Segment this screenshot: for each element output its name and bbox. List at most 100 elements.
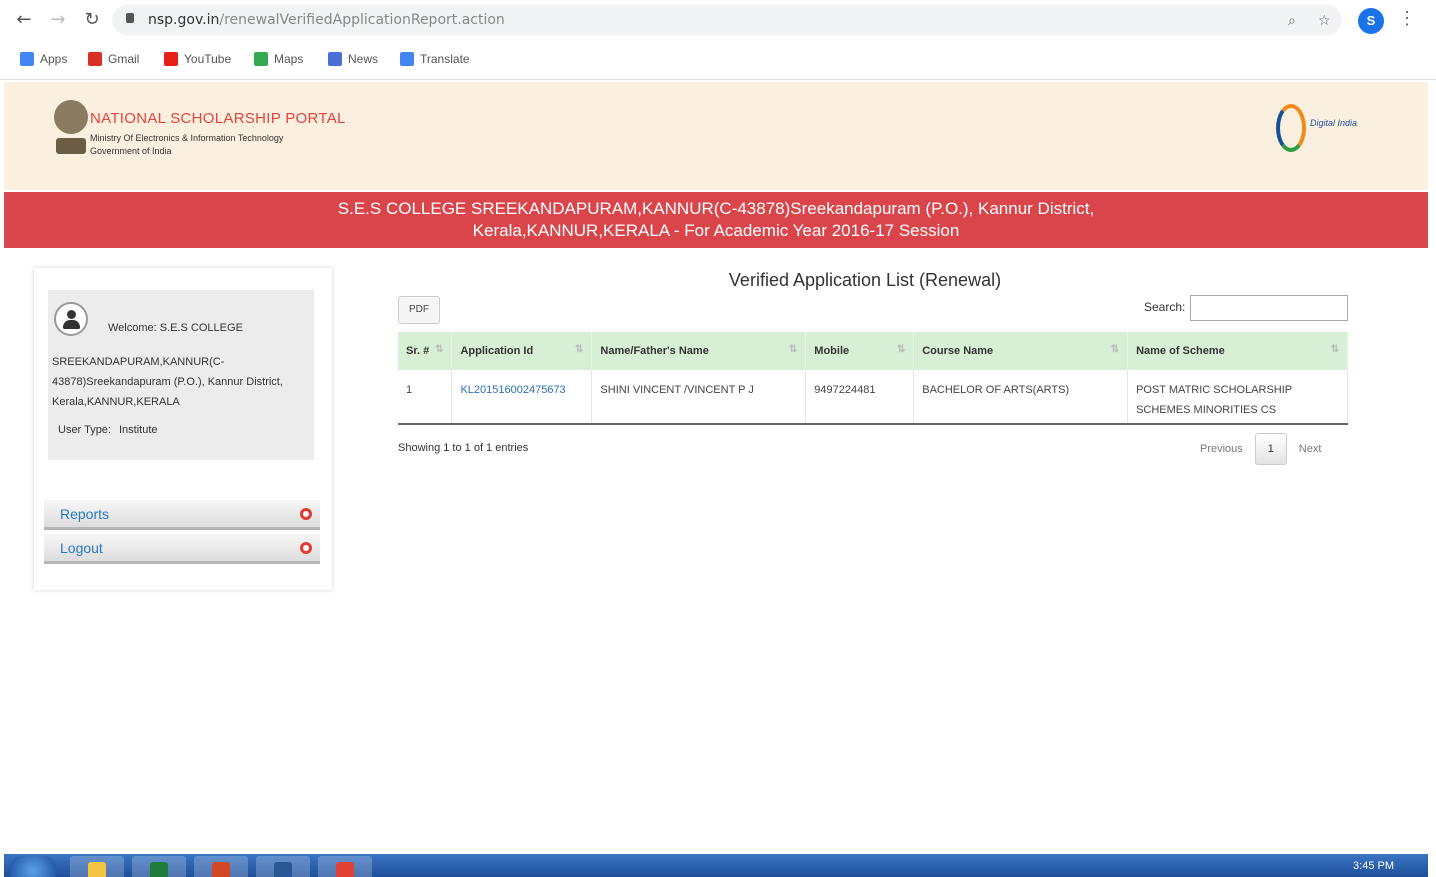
excel-taskbar-icon[interactable] xyxy=(132,856,186,877)
portal-header: NATIONAL SCHOLARSHIP PORTAL Ministry Of … xyxy=(4,82,1428,190)
bookmark-label: YouTube xyxy=(184,52,232,66)
address-bar[interactable]: nsp.gov.in/renewalVerifiedApplicationRep… xyxy=(112,5,1342,35)
national-emblem-icon xyxy=(54,100,88,156)
column-header-course[interactable]: Course Name ⇅ xyxy=(913,332,1129,370)
applications-table: Sr. # ⇅ Application Id ⇅ Name/Father's Nam… xyxy=(398,332,1348,425)
url-path: /renewalVerifiedApplicationReport.action xyxy=(219,12,505,28)
maps-icon xyxy=(254,52,268,66)
column-label: Application Id xyxy=(460,345,534,357)
bookmark-label: Translate xyxy=(420,52,470,66)
menu-label: Logout xyxy=(60,540,103,556)
browser-toolbar: ← → ↻ nsp.gov.in/renewalVerifiedApplicat… xyxy=(0,0,1436,42)
expand-circle-icon xyxy=(300,542,312,554)
bookmark-news[interactable]: News xyxy=(328,52,378,66)
pagination: Previous 1 Next xyxy=(1200,432,1321,466)
url-host: nsp.gov.in xyxy=(148,12,220,28)
explorer-taskbar-icon[interactable] xyxy=(70,856,124,877)
news-icon xyxy=(328,52,342,66)
back-arrow-icon[interactable]: ← xyxy=(12,8,36,32)
bookmark-maps[interactable]: Maps xyxy=(254,52,303,66)
bookmark-youtube[interactable]: YouTube xyxy=(164,52,231,66)
digital-india-text: Digital India xyxy=(1310,118,1358,128)
pagination-next[interactable]: Next xyxy=(1299,443,1322,455)
cell-application-id[interactable]: KL201516002475673 xyxy=(451,370,593,425)
user-type-label: User Type: xyxy=(58,424,111,436)
portal-title: NATIONAL SCHOLARSHIP PORTAL xyxy=(90,110,346,127)
sort-icon: ⇅ xyxy=(575,344,584,355)
institute-name: SREEKANDAPURAM,KANNUR(C-43878)Sreekandap… xyxy=(52,356,283,408)
menu-logout[interactable]: Logout xyxy=(44,534,320,564)
column-header-application-id[interactable]: Application Id ⇅ xyxy=(451,332,593,370)
banner-line-1: S.E.S COLLEGE SREEKANDAPURAM,KANNUR(C-43… xyxy=(337,199,1095,218)
pagination-page-1[interactable]: 1 xyxy=(1254,433,1287,465)
column-label: Mobile xyxy=(814,345,850,357)
sort-icon: ⇅ xyxy=(1330,344,1339,355)
bookmark-label: Apps xyxy=(40,52,68,66)
table-row: 1 KL201516002475673 SHINI VINCENT /VINCE… xyxy=(398,370,1348,425)
taskbar-clock[interactable]: 3:45 PM xyxy=(1353,860,1394,872)
entries-info: Showing 1 to 1 of 1 entries xyxy=(398,442,529,454)
pdf-export-button[interactable]: PDF xyxy=(398,296,440,324)
profile-avatar[interactable]: S xyxy=(1358,8,1384,34)
column-header-sr[interactable]: Sr. # ⇅ xyxy=(398,332,453,370)
start-button-icon[interactable] xyxy=(10,856,56,877)
column-header-name[interactable]: Name/Father's Name ⇅ xyxy=(591,332,807,370)
search-label: Search: xyxy=(1144,300,1186,314)
translate-icon xyxy=(400,52,414,66)
search-input[interactable] xyxy=(1190,295,1348,321)
sort-icon: ⇅ xyxy=(1110,344,1120,355)
column-header-mobile[interactable]: Mobile ⇅ xyxy=(805,332,915,370)
zoom-icon[interactable]: ⌕ xyxy=(1288,13,1296,29)
welcome-text: Welcome: S.E.S COLLEGE xyxy=(108,322,243,334)
lock-icon xyxy=(126,13,134,23)
menu-kebab-icon[interactable]: ⋮ xyxy=(1398,8,1416,29)
powerpoint-taskbar-icon[interactable] xyxy=(194,856,248,877)
expand-circle-icon xyxy=(300,508,312,520)
column-label: Name of Scheme xyxy=(1136,345,1225,357)
column-label: Sr. # xyxy=(406,345,430,357)
ministry-name: Ministry Of Electronics & Information Te… xyxy=(90,133,284,143)
user-type-value: Institute xyxy=(119,424,158,436)
bookmark-label: News xyxy=(348,52,379,66)
page-title: Verified Application List (Renewal) xyxy=(728,270,1002,290)
chrome-taskbar-icon[interactable] xyxy=(318,856,372,877)
column-label: Course Name xyxy=(922,345,994,357)
cell-mobile: 9497224481 xyxy=(805,370,915,425)
column-header-scheme[interactable]: Name of Scheme ⇅ xyxy=(1127,332,1348,370)
youtube-icon xyxy=(164,52,178,66)
portal-subtitle: Ministry Of Electronics & Information Te… xyxy=(90,132,283,158)
menu-label: Reports xyxy=(60,506,110,522)
sort-icon: ⇅ xyxy=(896,344,906,355)
bookmark-translate[interactable]: Translate xyxy=(400,52,470,66)
column-label: Name/Father's Name xyxy=(600,345,709,357)
user-type: User Type: Institute xyxy=(58,424,158,436)
banner-line-2: Kerala,KANNUR,KERALA - For Academic Year… xyxy=(472,221,960,240)
bookmarks-bar: Apps Gmail YouTube Maps News Translate xyxy=(0,42,1436,80)
cell-scheme: POST MATRIC SCHOLARSHIP SCHEMES MINORITI… xyxy=(1127,370,1348,425)
institute-banner: S.E.S COLLEGE SREEKANDAPURAM,KANNUR(C-43… xyxy=(4,192,1428,248)
sort-icon: ⇅ xyxy=(435,344,444,355)
pagination-previous[interactable]: Previous xyxy=(1200,443,1243,455)
star-icon[interactable]: ☆ xyxy=(1318,13,1331,29)
bookmark-label: Maps xyxy=(274,52,304,66)
welcome-box: Welcome: S.E.S COLLEGE SREEKANDAPURAM,KA… xyxy=(48,290,314,460)
cell-course: BACHELOR OF ARTS(ARTS) xyxy=(913,370,1129,425)
digital-india-swirl-icon xyxy=(1276,104,1306,152)
menu-reports[interactable]: Reports xyxy=(44,500,320,530)
windows-taskbar: 3:45 PM xyxy=(4,854,1428,877)
user-icon xyxy=(54,302,88,336)
government-name: Government of India xyxy=(90,146,172,156)
table-header-row: Sr. # ⇅ Application Id ⇅ Name/Father's Nam… xyxy=(398,332,1348,370)
sort-icon: ⇅ xyxy=(788,344,798,355)
reload-icon[interactable]: ↻ xyxy=(80,8,104,32)
bookmark-label: Gmail xyxy=(108,52,140,66)
url-text: nsp.gov.in/renewalVerifiedApplicationRep… xyxy=(148,12,505,28)
bookmark-apps[interactable]: Apps xyxy=(20,52,67,66)
gmail-icon xyxy=(88,52,102,66)
forward-arrow-icon[interactable]: → xyxy=(46,8,70,32)
digital-india-logo: Digital India xyxy=(1276,104,1386,154)
cell-name: SHINI VINCENT /VINCENT P J xyxy=(591,370,807,425)
cell-sr: 1 xyxy=(398,370,453,425)
bookmark-gmail[interactable]: Gmail xyxy=(88,52,139,66)
word-taskbar-icon[interactable] xyxy=(256,856,310,877)
